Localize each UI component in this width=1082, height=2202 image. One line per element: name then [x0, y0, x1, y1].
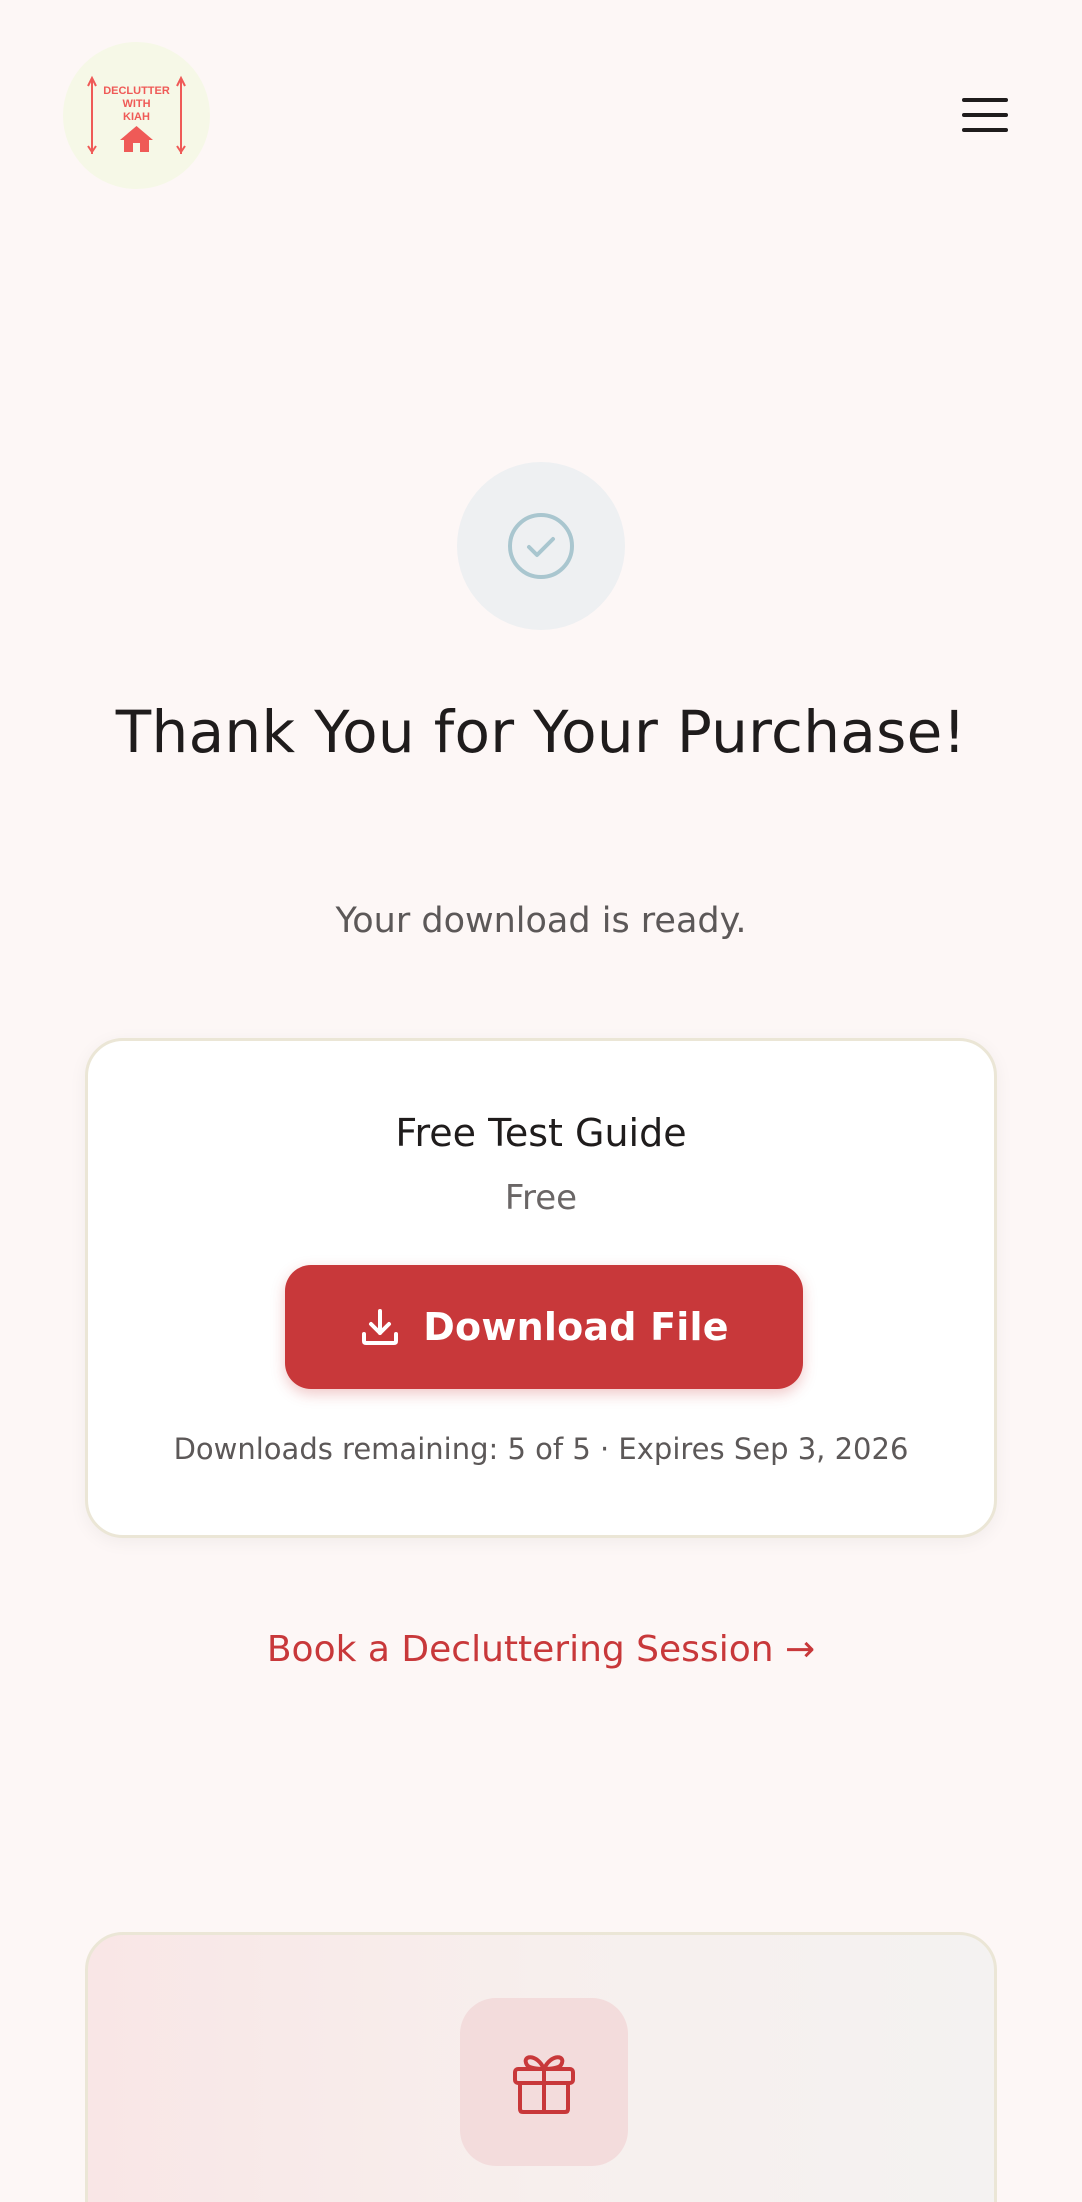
- success-badge: [457, 462, 625, 630]
- menu-bar-top: [962, 98, 1008, 102]
- gift-icon: [513, 2055, 575, 2114]
- menu-bar-middle: [962, 113, 1008, 117]
- page: DECLUTTER WITH KIAH Thank You for Your P…: [0, 0, 1082, 2202]
- site-logo[interactable]: DECLUTTER WITH KIAH: [63, 42, 210, 189]
- house-icon: [120, 126, 153, 152]
- logo-text-line-3: KIAH: [123, 111, 150, 123]
- logo-text-line-1: DECLUTTER: [103, 85, 170, 97]
- download-meta: Downloads remaining: 5 of 5 · Expires Se…: [173, 1432, 909, 1466]
- product-card: Free Test Guide Free Download File Downl…: [85, 1038, 997, 1538]
- logo-mark: DECLUTTER WITH KIAH: [87, 75, 186, 154]
- download-button-label: Download File: [423, 1305, 729, 1349]
- download-file-button[interactable]: Download File: [285, 1265, 803, 1389]
- promo-card: [85, 1932, 997, 2202]
- download-icon: [362, 1309, 399, 1345]
- hamburger-menu-icon[interactable]: [954, 90, 1016, 140]
- gift-badge: [460, 1998, 628, 2166]
- product-price: Free: [504, 1178, 578, 1218]
- logo-text-line-2: WITH: [122, 98, 150, 110]
- book-session-link[interactable]: Book a Decluttering Session →: [0, 1624, 1082, 1676]
- page-subtitle: Your download is ready.: [335, 901, 747, 941]
- product-name: Free Test Guide: [395, 1111, 687, 1155]
- check-circle-icon: [508, 513, 574, 579]
- page-title: Thank You for Your Purchase!: [115, 698, 967, 766]
- menu-bar-bottom: [962, 128, 1008, 132]
